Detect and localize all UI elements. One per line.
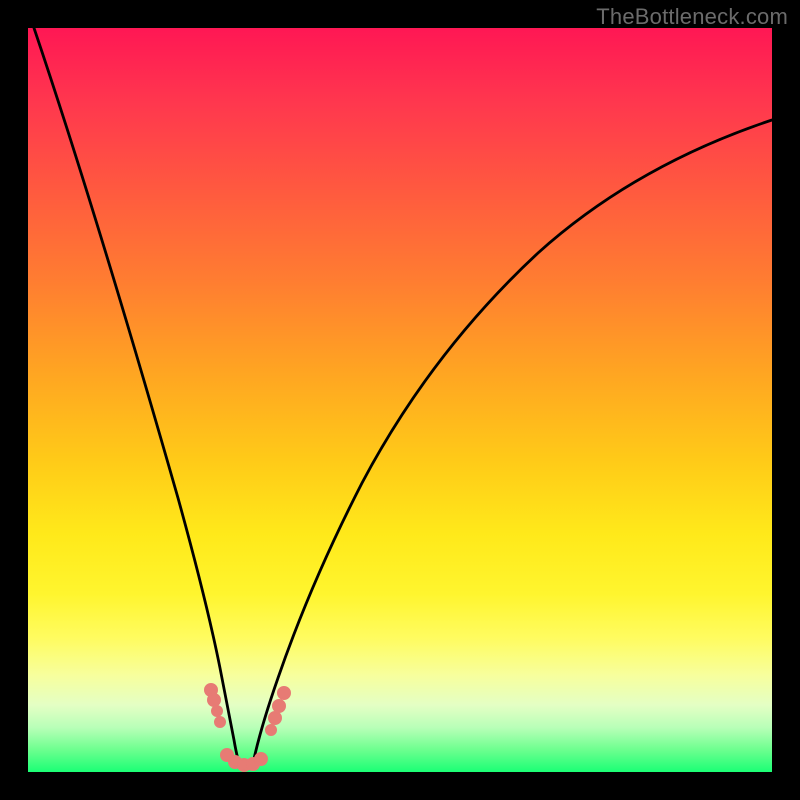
curve-svg <box>28 28 772 772</box>
marker-group <box>205 684 290 771</box>
watermark-text: TheBottleneck.com <box>596 4 788 30</box>
marker-cluster-left <box>205 684 225 727</box>
chart-frame: TheBottleneck.com <box>0 0 800 800</box>
bottleneck-curve <box>34 28 772 768</box>
plot-area <box>28 28 772 772</box>
marker-cluster-right <box>266 687 290 735</box>
marker-cluster-bottom <box>221 749 267 771</box>
